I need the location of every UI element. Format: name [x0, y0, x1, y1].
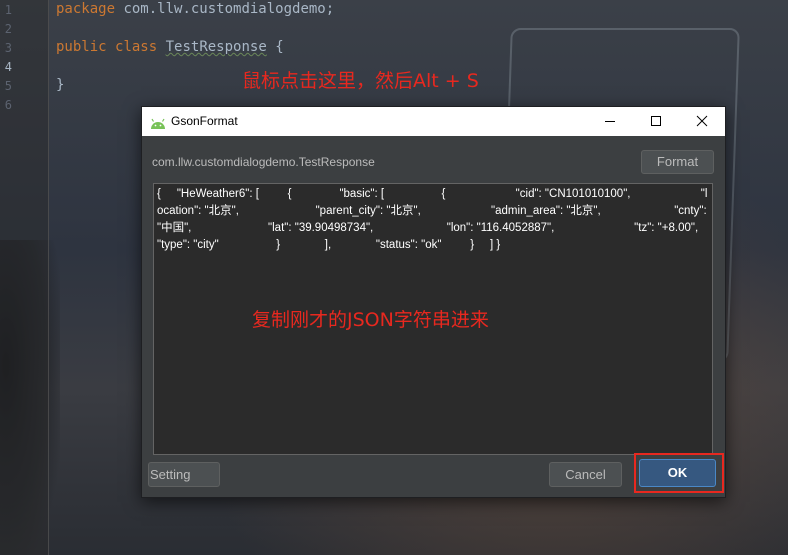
open-brace: { — [266, 39, 284, 55]
minimize-button[interactable] — [587, 107, 633, 136]
line-number: 4 — [4, 60, 12, 74]
cancel-button[interactable]: Cancel — [549, 462, 622, 487]
gsonformat-dialog: GsonFormat com.llw.customdialogdemo.Test… — [141, 106, 726, 498]
class-path-label: com.llw.customdialogdemo.TestResponse — [152, 155, 375, 169]
class-keyword: class — [115, 39, 158, 55]
close-button[interactable] — [679, 107, 725, 136]
public-keyword: public — [56, 39, 107, 55]
line-number: 2 — [4, 22, 12, 36]
line-number-gutter: 1 2 3 4 5 6 — [0, 0, 49, 555]
dialog-title: GsonFormat — [171, 114, 238, 128]
code-line-close[interactable]: } — [56, 77, 64, 93]
annotation-click-here: 鼠标点击这里，然后Alt + S — [242, 70, 479, 92]
ok-button[interactable]: OK — [639, 459, 716, 487]
maximize-button[interactable] — [633, 107, 679, 136]
line-number: 1 — [4, 3, 12, 17]
close-brace: } — [56, 77, 65, 93]
line-number: 5 — [4, 79, 12, 93]
close-icon — [696, 115, 708, 127]
format-button[interactable]: Format — [641, 150, 714, 174]
class-name[interactable]: TestResponse — [166, 39, 267, 55]
setting-button[interactable]: Setting — [148, 462, 220, 487]
dialog-titlebar[interactable]: GsonFormat — [142, 107, 725, 136]
code-line-package[interactable]: package com.llw.customdialogdemo; — [56, 1, 334, 17]
minimize-icon — [605, 121, 615, 122]
line-number: 6 — [4, 98, 12, 112]
annotation-paste-json: 复制刚才的JSON字符串进来 — [252, 309, 489, 331]
android-icon — [150, 115, 166, 129]
package-keyword: package — [56, 1, 116, 17]
line-number: 3 — [4, 41, 12, 55]
maximize-icon — [651, 116, 661, 126]
code-line-class[interactable]: public class TestResponse { — [56, 39, 284, 55]
package-name: com.llw.customdialogdemo; — [115, 1, 335, 17]
